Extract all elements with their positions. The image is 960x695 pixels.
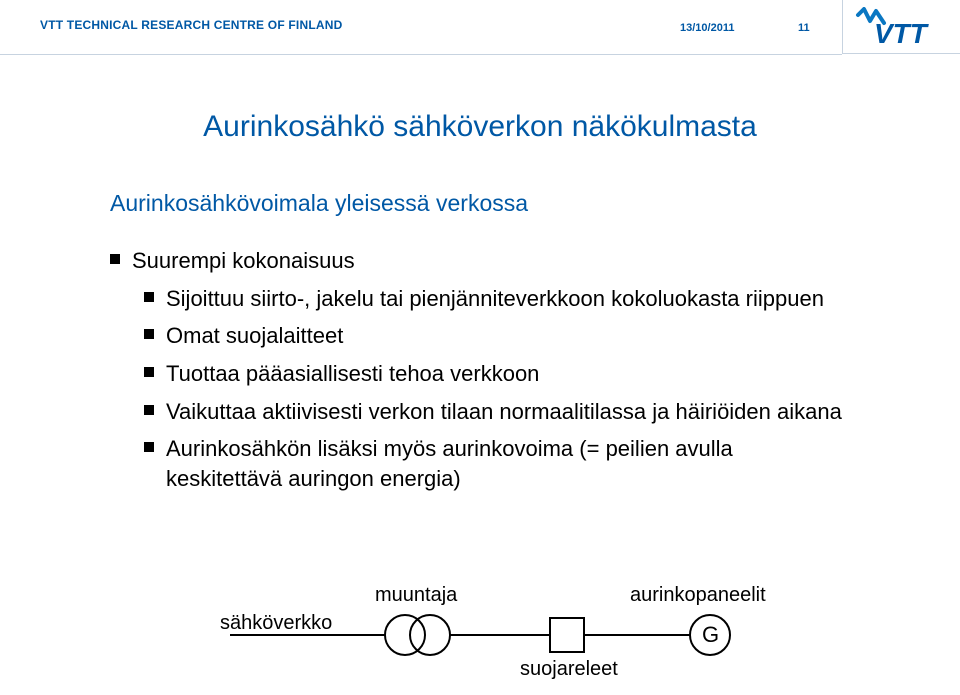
slide-header: VTT TECHNICAL RESEARCH CENTRE OF FINLAND… bbox=[0, 0, 960, 52]
bullet-item: Sijoittuu siirto-, jakelu tai pienjännit… bbox=[144, 284, 850, 314]
slide-date: 13/10/2011 bbox=[680, 22, 734, 34]
bullet-item: Aurinkosähkön lisäksi myös aurinkovoima … bbox=[144, 434, 850, 493]
transformer-label: muuntaja bbox=[375, 584, 457, 607]
slide-subtitle: Aurinkosähkövoimala yleisessä verkossa bbox=[110, 190, 528, 217]
slide-title: Aurinkosähkö sähköverkon näkökulmasta bbox=[0, 110, 960, 144]
vtt-logo: VTT bbox=[842, 0, 960, 54]
header-divider bbox=[0, 54, 842, 55]
slide-number: 11 bbox=[798, 22, 810, 34]
org-name: VTT TECHNICAL RESEARCH CENTRE OF FINLAND bbox=[40, 18, 342, 32]
generator-symbol: G bbox=[702, 622, 719, 648]
bullet-list: Suurempi kokonaisuus Sijoittuu siirto-, … bbox=[110, 246, 850, 502]
grid-label: sähköverkko bbox=[220, 612, 332, 635]
bullet-item: Vaikuttaa aktiivisesti verkon tilaan nor… bbox=[144, 397, 850, 427]
panels-label: aurinkopaneelit bbox=[630, 584, 766, 607]
bullet-item: Tuottaa pääasiallisesti tehoa verkkoon bbox=[144, 359, 850, 389]
vtt-logo-icon: VTT bbox=[854, 7, 950, 47]
svg-text:VTT: VTT bbox=[874, 18, 930, 47]
schematic-diagram: sähköverkko muuntaja suojareleet aurinko… bbox=[220, 580, 780, 680]
bullet-item: Omat suojalaitteet bbox=[144, 321, 850, 351]
bullet-item: Suurempi kokonaisuus bbox=[110, 246, 850, 276]
relay-label: suojareleet bbox=[520, 658, 618, 681]
